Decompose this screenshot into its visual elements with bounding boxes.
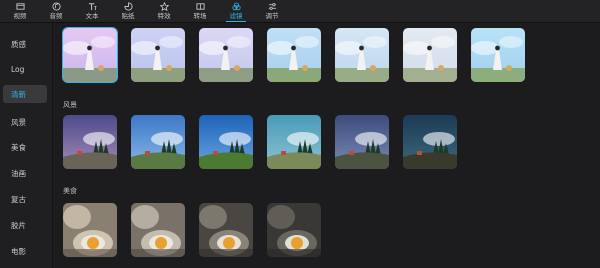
category-item[interactable]: 复古	[3, 190, 47, 208]
filter-thumbnail[interactable]	[199, 115, 253, 169]
category-item[interactable]: 油画	[3, 164, 47, 182]
filter-thumbnail[interactable]	[63, 28, 117, 82]
category-item-active[interactable]: 清新	[3, 85, 47, 103]
tool-video[interactable]: 视频	[4, 0, 36, 22]
tool-filter[interactable]: 滤镜	[220, 0, 252, 22]
filter-thumbnail[interactable]	[267, 203, 321, 257]
category-item[interactable]: 胶片	[3, 216, 47, 234]
section-label-landscape: 风景	[63, 101, 77, 109]
text-icon	[88, 1, 97, 12]
category-item[interactable]: 质感	[3, 35, 47, 53]
tool-label: 滤镜	[229, 12, 243, 20]
tool-transition[interactable]: 转场	[184, 0, 216, 22]
filter-thumbnail[interactable]	[131, 203, 185, 257]
tool-label: 调节	[265, 12, 279, 20]
tool-label: 贴纸	[121, 12, 135, 20]
filter-grid: 风景 美食	[53, 23, 600, 268]
tool-label: 转场	[193, 12, 207, 20]
filter-thumbnail[interactable]	[403, 115, 457, 169]
sticker-icon	[123, 1, 133, 12]
filter-icon	[231, 1, 241, 12]
category-item[interactable]: Log	[3, 60, 47, 78]
section-label-food: 美食	[63, 187, 77, 195]
filter-thumbnail[interactable]	[471, 28, 525, 82]
tool-adjust[interactable]: 调节	[256, 0, 288, 22]
filter-thumbnail[interactable]	[63, 115, 117, 169]
filter-thumbnail[interactable]	[131, 28, 185, 82]
tool-text[interactable]: 文本	[76, 0, 108, 22]
tool-effects[interactable]: 特效	[148, 0, 180, 22]
video-icon	[15, 1, 25, 12]
category-item[interactable]: 美食	[3, 138, 47, 156]
category-item[interactable]: 电影	[3, 242, 47, 260]
filter-thumbnail[interactable]	[131, 115, 185, 169]
filter-thumbnail[interactable]	[267, 28, 321, 82]
filter-thumbnail[interactable]	[199, 203, 253, 257]
filter-thumbnail[interactable]	[335, 115, 389, 169]
tool-label: 音频	[49, 12, 63, 20]
filter-thumbnail[interactable]	[199, 28, 253, 82]
top-toolbar: 视频 音频 文本 贴纸 特效 转场 滤镜 调节	[0, 0, 600, 23]
filter-thumbnail[interactable]	[403, 28, 457, 82]
adjust-icon	[268, 1, 277, 12]
tool-audio[interactable]: 音频	[40, 0, 72, 22]
effects-icon	[159, 1, 169, 12]
filter-thumbnail[interactable]	[267, 115, 321, 169]
tool-sticker[interactable]: 贴纸	[112, 0, 144, 22]
audio-icon	[51, 1, 61, 12]
filter-thumbnail[interactable]	[335, 28, 389, 82]
filter-category-sidebar: 质感 Log 清新 风景 美食 油画 复古 胶片 电影	[0, 23, 53, 268]
filter-thumbnail[interactable]	[63, 203, 117, 257]
tool-label: 视频	[13, 12, 27, 20]
category-item[interactable]: 风景	[3, 113, 47, 131]
tool-label: 特效	[157, 12, 171, 20]
tool-label: 文本	[85, 12, 99, 20]
transition-icon	[195, 1, 205, 12]
